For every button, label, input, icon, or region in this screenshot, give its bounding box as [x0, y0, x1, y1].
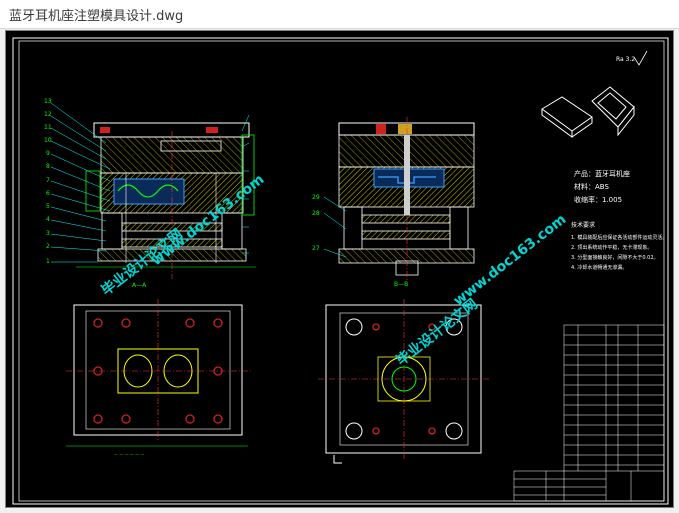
technical-requirements: 技术要求 1. 模具装配后应保证各活动部件运动灵活。 2. 顶出系统动作平稳，无…	[571, 221, 667, 271]
part-label: 29	[312, 194, 320, 201]
part-label: 11	[44, 124, 52, 131]
tech-req-line: 3. 分型面接触良好，间隙不大于0.02。	[571, 254, 659, 261]
product-isometric-view	[541, 86, 635, 138]
parts-list-table	[513, 324, 665, 502]
tech-req-title: 技术要求	[571, 221, 595, 229]
tech-req-line: 1. 模具装配后应保证各活动部件运动灵活。	[571, 234, 667, 241]
part-label: 4	[46, 216, 50, 223]
product-shrinkage: 收缩率：1.005	[574, 195, 622, 204]
title-bar: 蓝牙耳机座注塑模具设计.dwg	[0, 0, 679, 29]
svg-text:毕业设计论文网: 毕业设计论文网	[393, 295, 481, 369]
part-label: 3	[46, 230, 50, 237]
part-numbers-a: 13 12 11 10 9 8 7 6 5 4 3 2 1	[44, 98, 52, 265]
tech-req-line: 2. 顶出系统动作平稳，无卡滞现象。	[571, 244, 652, 251]
svg-text:Ra 3.2: Ra 3.2	[616, 56, 635, 63]
window-title: 蓝牙耳机座注塑模具设计.dwg	[9, 9, 184, 24]
product-name: 产品：蓝牙耳机座	[574, 169, 630, 178]
part-label: 27	[312, 245, 320, 252]
part-label: 13	[44, 98, 52, 105]
part-label: 1	[46, 258, 50, 265]
part-label: 28	[312, 210, 320, 217]
part-label: 5	[46, 203, 50, 210]
part-label: 6	[46, 190, 50, 197]
part-label: 2	[46, 243, 50, 250]
cad-viewport[interactable]: 13 12 11 10 9 8 7 6 5 4 3 2 1 A—A 29 28 …	[5, 30, 674, 508]
part-label: 7	[46, 177, 50, 184]
part-label: 9	[46, 150, 50, 157]
plan-view-right	[318, 299, 490, 464]
product-notes: 产品：蓝牙耳机座 材料：ABS 收缩率：1.005	[574, 169, 630, 204]
part-label: 10	[44, 137, 52, 144]
drawing-frame	[12, 37, 669, 505]
product-material: 材料：ABS	[574, 182, 609, 191]
part-label: 12	[44, 111, 52, 118]
part-label: 8	[46, 163, 50, 170]
plan-view-left: — — — — — —	[66, 299, 252, 457]
tech-req-line: 4. 冷却水道畅通无渗漏。	[571, 264, 627, 271]
section-a-caption: A—A	[132, 282, 147, 289]
roughness-symbol: Ra 3.2	[616, 50, 648, 66]
svg-text:— — — — — —: — — — — — —	[114, 452, 144, 457]
section-b-caption: B—B	[394, 281, 408, 288]
section-view-b	[338, 117, 475, 281]
